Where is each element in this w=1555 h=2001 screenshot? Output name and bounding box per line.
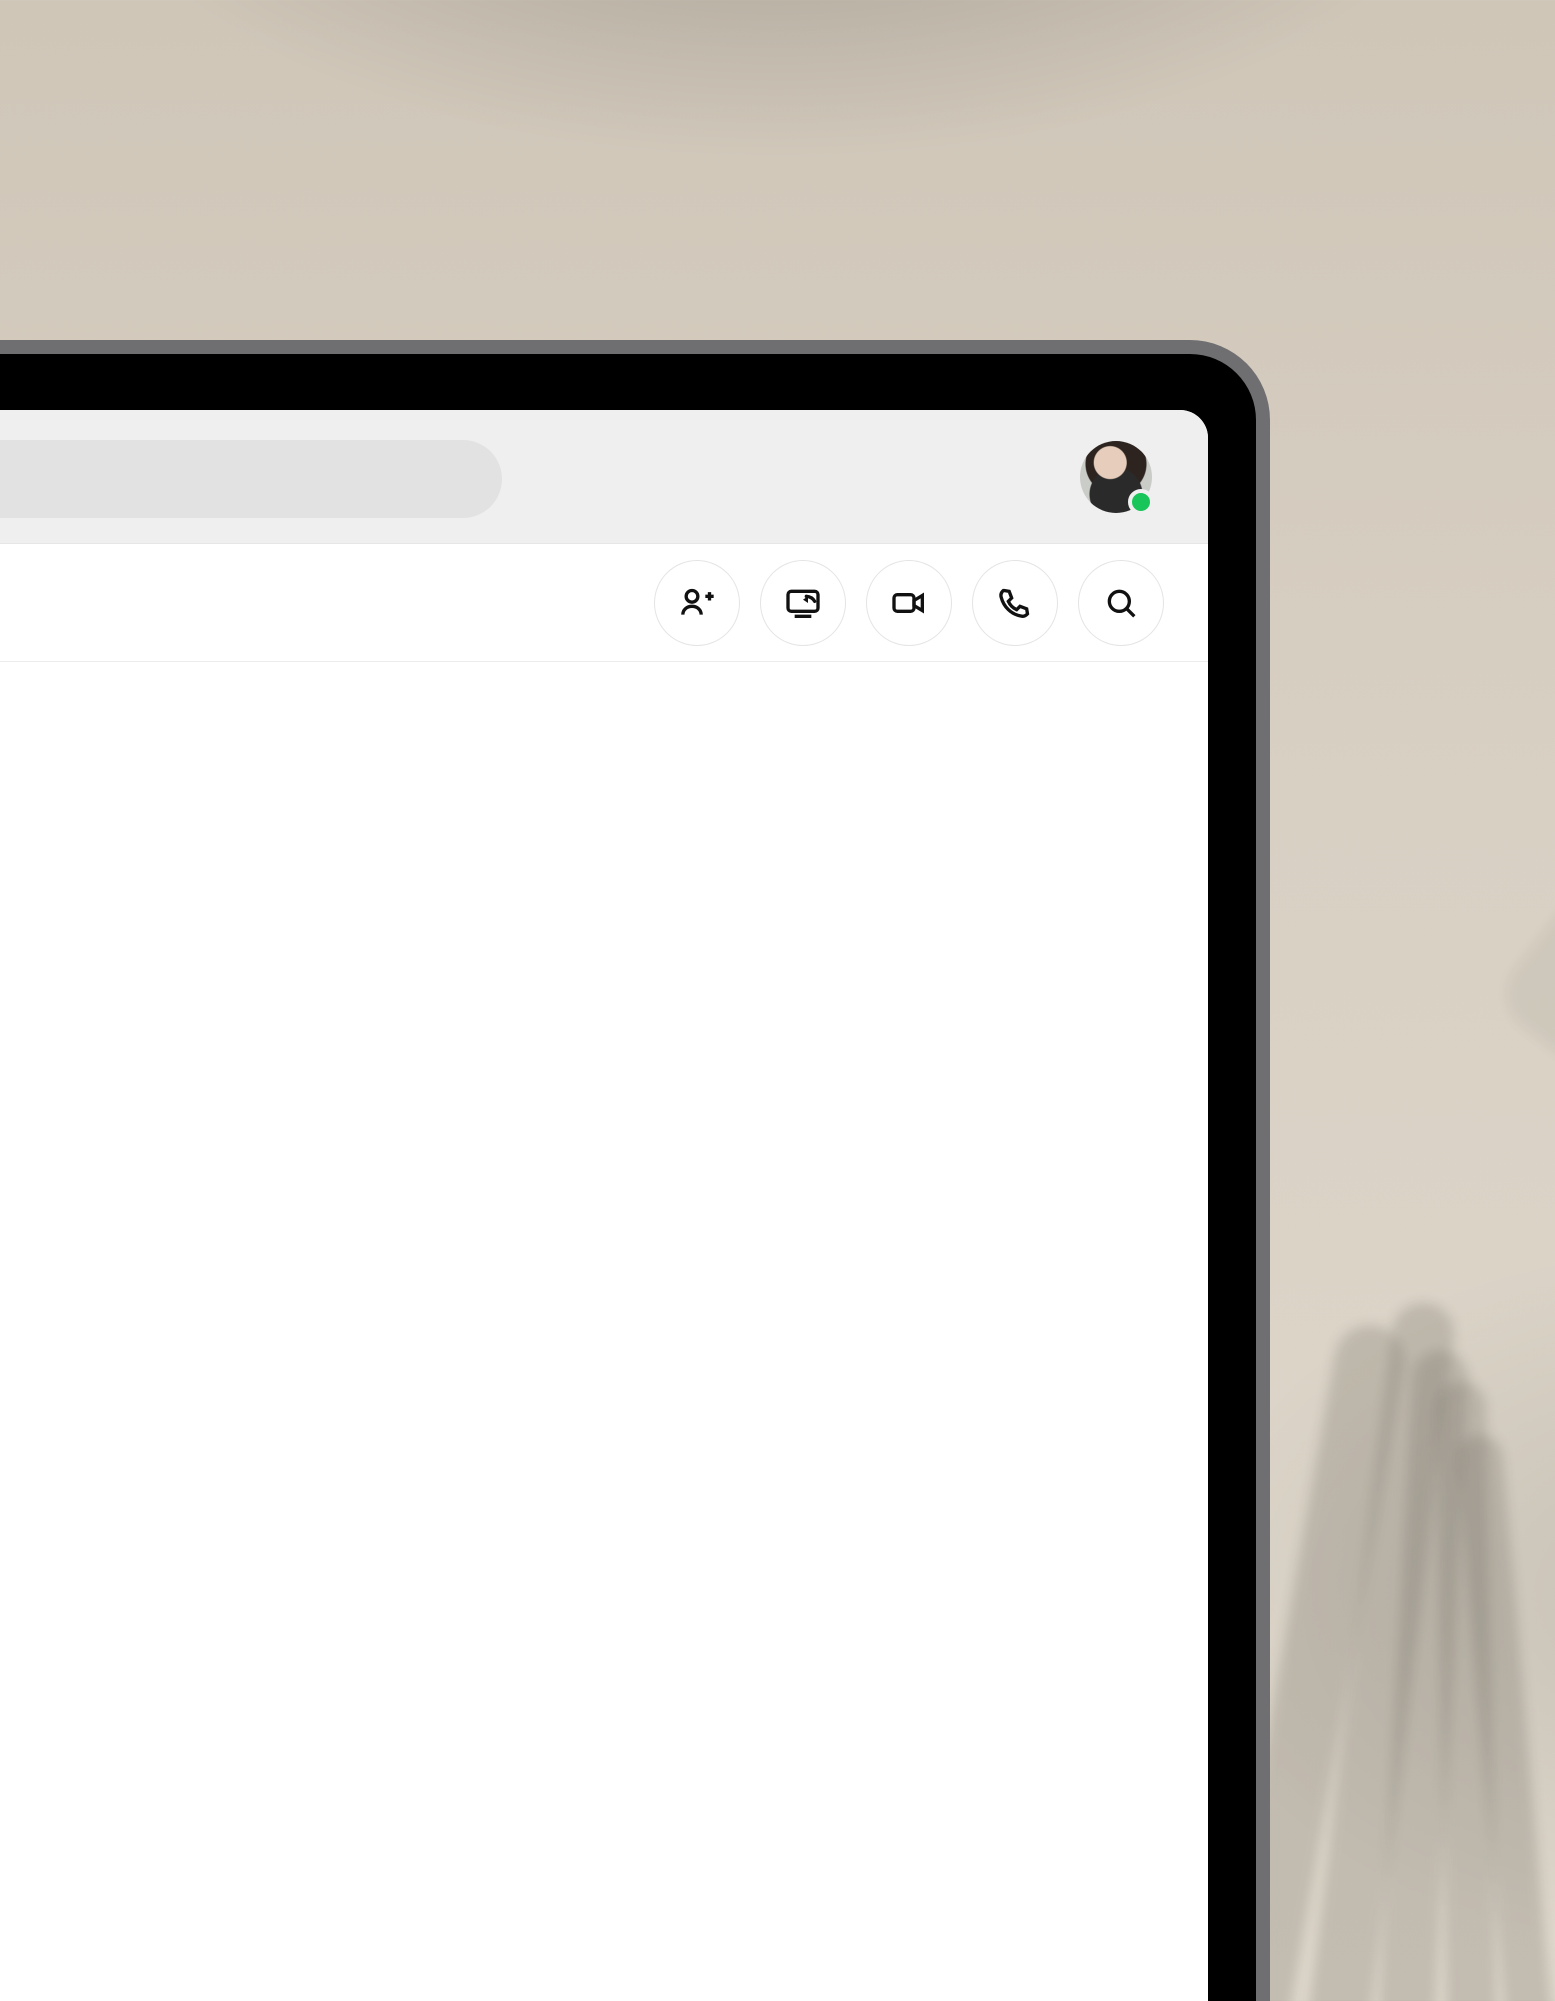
phone-icon bbox=[995, 583, 1035, 623]
audio-call-button[interactable] bbox=[972, 560, 1058, 646]
header-actions bbox=[654, 560, 1164, 646]
presence-indicator bbox=[1128, 489, 1154, 515]
search-input[interactable] bbox=[0, 440, 502, 518]
person-add-icon bbox=[677, 583, 717, 623]
message-text-fragment: our will suffice? bbox=[0, 1457, 1148, 1500]
message-text-fragment: v? bbox=[0, 782, 1148, 825]
message-list[interactable]: v? s bbox=[0, 662, 1208, 2001]
share-screen-icon bbox=[783, 583, 823, 623]
add-people-button[interactable] bbox=[654, 560, 740, 646]
search-button[interactable] bbox=[1078, 560, 1164, 646]
laptop-frame: v? s bbox=[0, 340, 1270, 2001]
share-screen-button[interactable] bbox=[760, 560, 846, 646]
top-bar bbox=[0, 410, 1208, 544]
video-call-button[interactable] bbox=[866, 560, 952, 646]
laptop-bezel: v? s bbox=[0, 354, 1256, 2001]
app-screen: v? s bbox=[0, 410, 1208, 2001]
video-icon bbox=[889, 583, 929, 623]
message-text-fragment: d the first half reviewing and the secon… bbox=[0, 1609, 1148, 1652]
current-user-avatar[interactable] bbox=[1080, 441, 1152, 513]
conversation-header bbox=[0, 544, 1208, 662]
search-icon bbox=[1101, 583, 1141, 623]
